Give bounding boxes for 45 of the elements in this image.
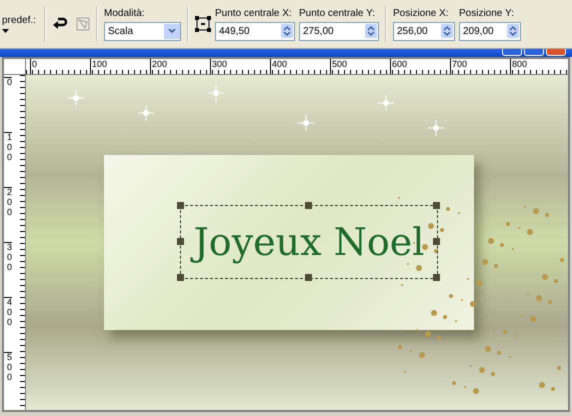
- resize-handle[interactable]: [177, 274, 184, 281]
- resize-handle[interactable]: [305, 202, 312, 209]
- resize-handle[interactable]: [177, 202, 184, 209]
- spinner-icon[interactable]: [365, 24, 377, 38]
- ruler-label: 200: [4, 187, 12, 242]
- chevron-icon: [168, 28, 176, 34]
- field-label: Posizione Y:: [459, 8, 515, 18]
- maximize-button[interactable]: [524, 49, 544, 56]
- mode-dropdown[interactable]: Scala: [104, 22, 181, 40]
- resize-handle[interactable]: [433, 274, 440, 281]
- ruler-label: 0: [30, 59, 90, 74]
- close-button[interactable]: [546, 49, 566, 56]
- minimize-button[interactable]: [502, 49, 522, 56]
- ruler-label: 400: [270, 59, 330, 74]
- resize-handle[interactable]: [433, 238, 440, 245]
- ruler-label: 800: [510, 59, 568, 74]
- ruler-label: 500: [4, 352, 12, 407]
- number-field[interactable]: 275,00: [299, 22, 379, 40]
- ruler-label: 100: [90, 59, 150, 74]
- ruler-label: 100: [4, 132, 12, 187]
- spinner-icon[interactable]: [281, 24, 293, 38]
- number-field[interactable]: 256,00: [393, 22, 455, 40]
- field-label: Punto centrale Y:: [299, 8, 376, 18]
- presets-label: predef.:: [2, 15, 37, 26]
- resize-handle[interactable]: [433, 202, 440, 209]
- number-field[interactable]: 449,50: [215, 22, 295, 40]
- ruler-label: 500: [330, 59, 390, 74]
- number-field[interactable]: 209,00: [459, 22, 521, 40]
- mode-label: Modalità:: [104, 8, 146, 18]
- ruler-label: 700: [450, 59, 510, 74]
- dropdown-caret-icon[interactable]: [2, 29, 9, 33]
- resize-handle[interactable]: [305, 274, 312, 281]
- spinner-icon[interactable]: [507, 24, 519, 38]
- field-label: Posizione X:: [393, 8, 450, 18]
- field-label: Punto centrale X:: [215, 8, 293, 18]
- pick-handles-icon[interactable]: [193, 14, 213, 34]
- ruler-label: 400: [4, 297, 12, 352]
- ruler-label: 200: [150, 59, 210, 74]
- ruler-label: 300: [4, 242, 12, 297]
- selection-box[interactable]: Joyeux Noel: [180, 205, 438, 279]
- ruler-label: 600: [390, 59, 450, 74]
- spinner-icon[interactable]: [441, 24, 453, 38]
- ruler-label: 0: [4, 77, 12, 132]
- resize-handle[interactable]: [177, 238, 184, 245]
- ruler-label: 300: [210, 59, 270, 74]
